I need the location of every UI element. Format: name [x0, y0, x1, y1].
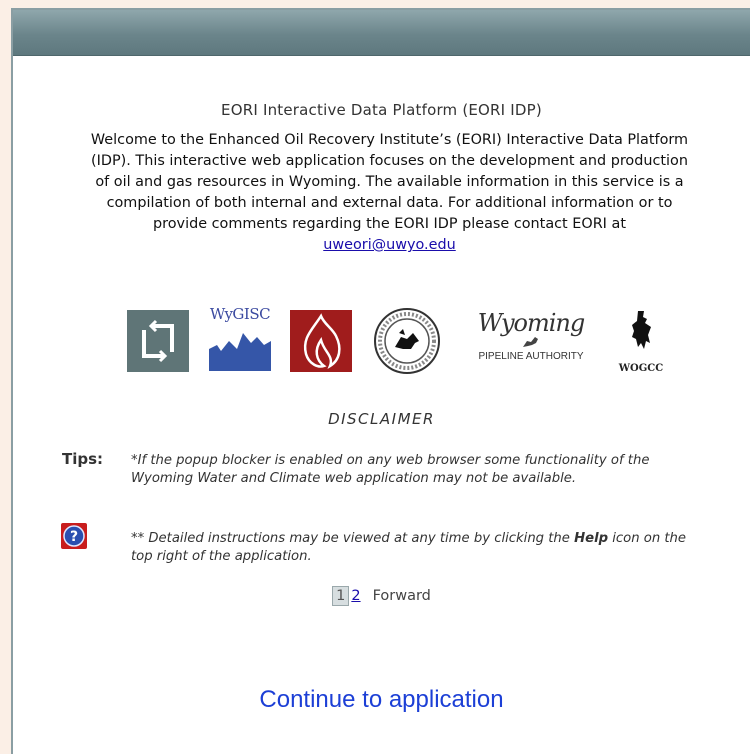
pipeline-authority-logo: Wyoming PIPELINE AUTHORITY — [465, 309, 597, 377]
wogcc-text: WOGCC — [618, 363, 664, 374]
geological-survey-seal — [374, 308, 440, 374]
help-icon: ? — [61, 523, 87, 549]
help-tip: ** Detailed instructions may be viewed a… — [131, 530, 691, 566]
disclaimer-heading[interactable]: DISCLAIMER — [13, 410, 750, 428]
partner-logos: WyGISC Wyoming PIPELINE AUTHORITY WOGCC — [13, 303, 750, 383]
wygisc-mountain-icon — [209, 333, 271, 371]
wygisc-logo-text: WyGISC — [209, 305, 271, 323]
cowboy-horse-icon — [632, 311, 651, 349]
tips-pager: 1 2 Forward — [13, 586, 750, 606]
welcome-dialog: EORI Interactive Data Platform (EORI IDP… — [11, 8, 750, 754]
help-tip-prefix: ** Detailed instructions may be viewed a… — [131, 531, 575, 546]
pipeline-authority-text: PIPELINE AUTHORITY — [478, 351, 584, 362]
contact-email-link[interactable]: uweori@uwyo.edu — [323, 237, 456, 253]
continue-to-application-link[interactable]: Continue to application — [13, 686, 750, 714]
welcome-text: Welcome to the Enhanced Oil Recovery Ins… — [87, 130, 692, 256]
wogcc-logo: WOGCC — [615, 309, 667, 377]
flame-logo — [290, 310, 352, 372]
eori-arrows-logo — [127, 310, 189, 372]
popup-blocker-tip: *If the popup blocker is enabled on any … — [131, 453, 650, 486]
tips-label: Tips: — [62, 450, 104, 468]
svg-text:?: ? — [70, 529, 78, 545]
wygisc-logo: WyGISC — [209, 305, 271, 375]
wyoming-script-text: Wyoming — [477, 309, 585, 337]
help-tip-bold: Help — [574, 531, 609, 546]
pager-page-2-link[interactable]: 2 — [351, 588, 360, 604]
page-title: EORI Interactive Data Platform (EORI IDP… — [221, 101, 542, 119]
pager-current-page: 1 — [332, 586, 350, 606]
welcome-body: Welcome to the Enhanced Oil Recovery Ins… — [90, 132, 689, 232]
dialog-titlebar[interactable] — [13, 10, 750, 56]
pager-forward-link[interactable]: Forward — [373, 588, 431, 604]
